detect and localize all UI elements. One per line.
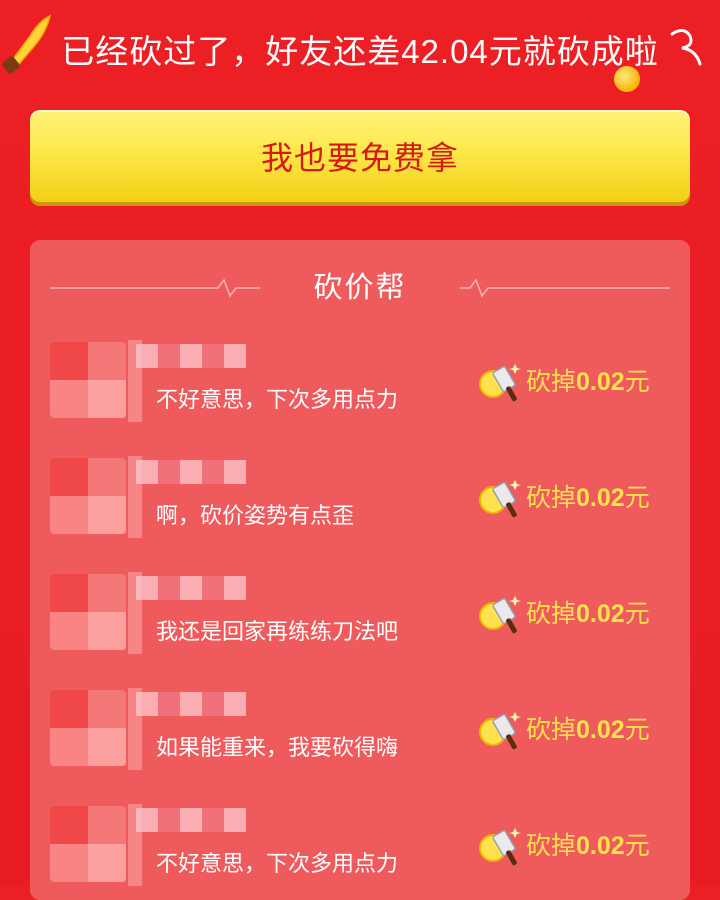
helper-message: 不好意思，下次多用点力 [156, 851, 399, 876]
avatar[interactable] [50, 574, 126, 650]
cut-amount: 砍掉0.02元 [526, 716, 650, 744]
swirl-icon [670, 29, 702, 66]
avatar[interactable] [50, 690, 126, 766]
helper-name [136, 344, 246, 368]
helper-message: 如果能重来，我要砍得嗨 [156, 735, 399, 760]
cleaver-coin-icon [479, 480, 521, 518]
helper-name [136, 808, 246, 832]
heartbeat-line-icon [460, 278, 670, 298]
cleaver-coin-icon [479, 712, 521, 750]
helper-row: 啊，砍价姿势有点歪 砍掉0.02元 [30, 456, 690, 572]
coin-icon [614, 66, 640, 92]
cut-amount: 砍掉0.02元 [526, 368, 650, 396]
helper-name [136, 460, 246, 484]
cleaver-coin-icon [479, 364, 521, 402]
free-claim-button[interactable]: 我也要免费拿 [30, 110, 690, 202]
helper-message: 不好意思，下次多用点力 [156, 387, 399, 412]
panel-header: 砍价帮 [30, 268, 690, 308]
helper-name [136, 576, 246, 600]
cleaver-coin-icon [479, 596, 521, 634]
cleaver-coin-icon [479, 828, 521, 866]
cut-amount: 砍掉0.02元 [526, 600, 650, 628]
cut-amount: 砍掉0.02元 [526, 832, 650, 860]
helpers-panel: 砍价帮 不好意思，下次多用点力 砍掉0.02元 啊，砍价姿势有点歪 砍掉0.02… [30, 240, 690, 900]
helper-row: 我还是回家再练练刀法吧 砍掉0.02元 [30, 572, 690, 688]
cut-amount: 砍掉0.02元 [526, 484, 650, 512]
helper-message: 啊，砍价姿势有点歪 [156, 503, 355, 528]
avatar[interactable] [50, 806, 126, 882]
avatar[interactable] [50, 342, 126, 418]
helper-row: 不好意思，下次多用点力 砍掉0.02元 [30, 340, 690, 456]
helper-name [136, 692, 246, 716]
helper-message: 我还是回家再练练刀法吧 [156, 619, 399, 644]
bargain-status-message: 已经砍过了，好友还差42.04元就砍成啦 [61, 33, 659, 70]
avatar[interactable] [50, 458, 126, 534]
helper-row: 如果能重来，我要砍得嗨 砍掉0.02元 [30, 688, 690, 804]
